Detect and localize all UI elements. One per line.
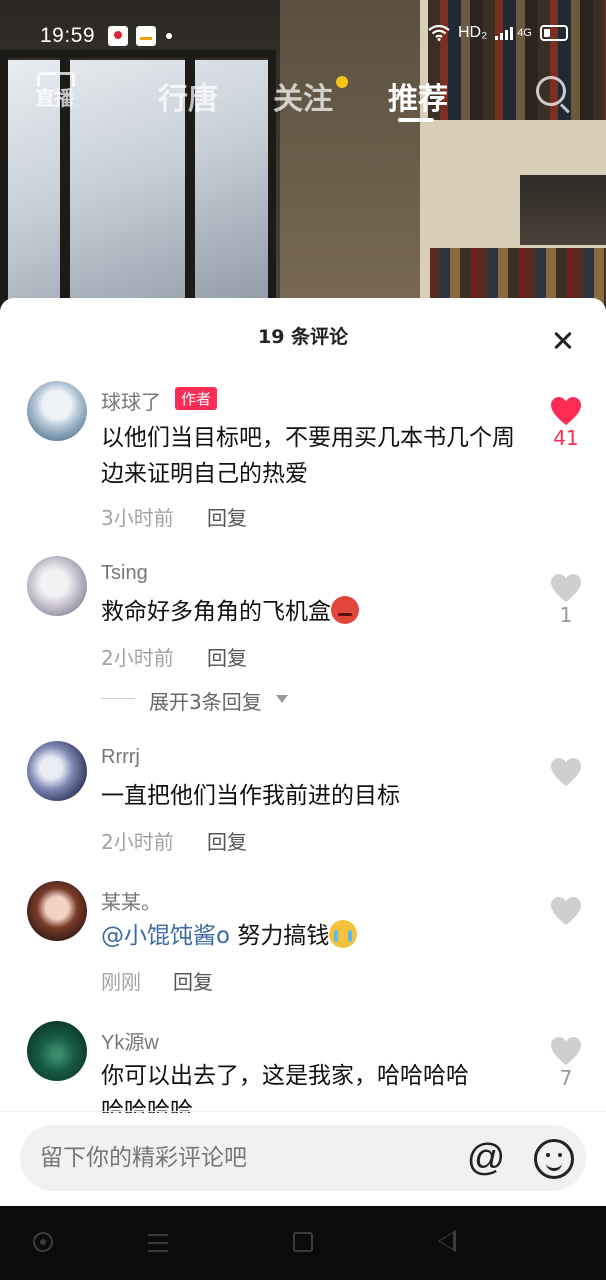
tab-following[interactable]: 关注 [273,74,333,118]
nav-back-icon[interactable] [438,1230,456,1252]
nav-menu-icon[interactable] [148,1234,168,1252]
live-icon-label: 直播 [35,86,74,110]
heart-outline-icon [551,574,581,602]
comment-username[interactable]: Yk源w [101,1026,159,1055]
reply-button[interactable]: 回复 [207,642,247,671]
heart-outline-icon [551,897,581,925]
chevron-down-icon [276,695,288,703]
heart-outline-icon [551,1037,581,1065]
app-notification-icon [136,26,156,46]
app-notification-icon [108,26,128,46]
reply-button[interactable]: 回复 [207,826,247,855]
avatar[interactable] [27,556,87,616]
wifi-icon [428,25,450,41]
reply-button[interactable]: 回复 [207,502,247,531]
hd-indicator: HD₂ [457,24,488,41]
tab-recommend[interactable]: 推荐 [388,74,448,118]
comment-text-body: 努力搞钱 [230,923,330,949]
avatar[interactable] [27,381,87,441]
mention-at-icon[interactable]: @ [466,1139,506,1179]
expand-replies-button[interactable]: 展开3条回复 [101,686,401,714]
battery-icon [540,25,568,41]
comment-time: 3小时前 [101,506,174,530]
avatar[interactable] [27,1021,87,1081]
comments-sheet: 19 条评论 球球了 作者 以他们当目标吧，不要用买几本书几个周边来证明自己的热… [0,298,606,1206]
like-button[interactable] [546,896,586,926]
tab-local[interactable]: 行唐 [158,74,218,118]
status-right: HD₂ 4G [428,24,568,42]
expand-divider [101,698,135,699]
comment-text[interactable]: 你可以出去了，这是我家，哈哈哈哈 [101,1058,521,1094]
expand-replies-label: 展开3条回复 [149,690,262,714]
mention-link[interactable]: @小馄饨酱o [101,923,230,949]
nav-home-icon[interactable] [33,1232,53,1252]
comment-input-bar: @ [20,1125,586,1191]
system-navigation-bar [0,1206,606,1280]
comment-username[interactable]: Rrrrj [101,746,140,769]
signal-label: 4G [517,27,532,39]
like-button[interactable]: 7 [546,1036,586,1090]
reply-button[interactable]: 回复 [173,966,213,995]
like-button[interactable]: 1 [546,573,586,627]
close-icon[interactable] [552,330,574,352]
comment-text[interactable]: 救命好多角角的飞机盒 [101,594,521,630]
nav-recents-icon[interactable] [293,1232,313,1252]
comment-text[interactable]: 一直把他们当作我前进的目标 [101,778,521,814]
more-notifications-dot-icon [166,33,172,39]
like-count: 41 [553,426,579,450]
input-divider [0,1111,606,1112]
live-icon[interactable]: 直播 [34,72,75,110]
following-new-dot [336,76,348,88]
like-count: 1 [559,603,573,627]
comment-username[interactable]: Tsing [101,562,148,585]
author-badge: 作者 [175,387,218,410]
comment-input[interactable] [38,1137,462,1179]
avatar[interactable] [27,881,87,941]
like-button[interactable]: 41 [546,396,586,450]
comment-text[interactable]: 以他们当目标吧，不要用买几本书几个周边来证明自己的热爱 [101,420,521,492]
video-books [520,175,606,245]
heart-outline-icon [551,758,581,786]
comment-text-body: 救命好多角角的飞机盒 [101,599,331,625]
top-navigation: 直播 行唐 关注 推荐 [0,70,606,122]
emoji-picker-icon[interactable] [534,1139,574,1179]
heart-filled-icon [551,397,581,425]
crying-emoji-icon [329,920,358,948]
search-icon[interactable] [536,76,566,106]
angry-emoji-icon [331,596,359,624]
like-button[interactable] [546,757,586,787]
like-count: 7 [559,1066,573,1090]
status-bar: 19:59 HD₂ 4G [0,18,606,58]
comment-username[interactable]: 球球了 [101,386,161,415]
comment-time: 2小时前 [101,646,174,670]
status-time: 19:59 [40,24,96,47]
signal-icon [495,27,514,40]
comment-time: 2小时前 [101,830,174,854]
comment-text[interactable]: @小馄饨酱o 努力搞钱 [101,918,521,954]
comment-username[interactable]: 某某。 [101,886,161,915]
comment-text-overflow: 哈哈哈哈 [101,1093,301,1113]
comments-count-title: 19 条评论 [257,326,349,348]
active-tab-indicator [398,118,434,122]
avatar[interactable] [27,741,87,801]
comment-time: 刚刚 [101,970,141,994]
